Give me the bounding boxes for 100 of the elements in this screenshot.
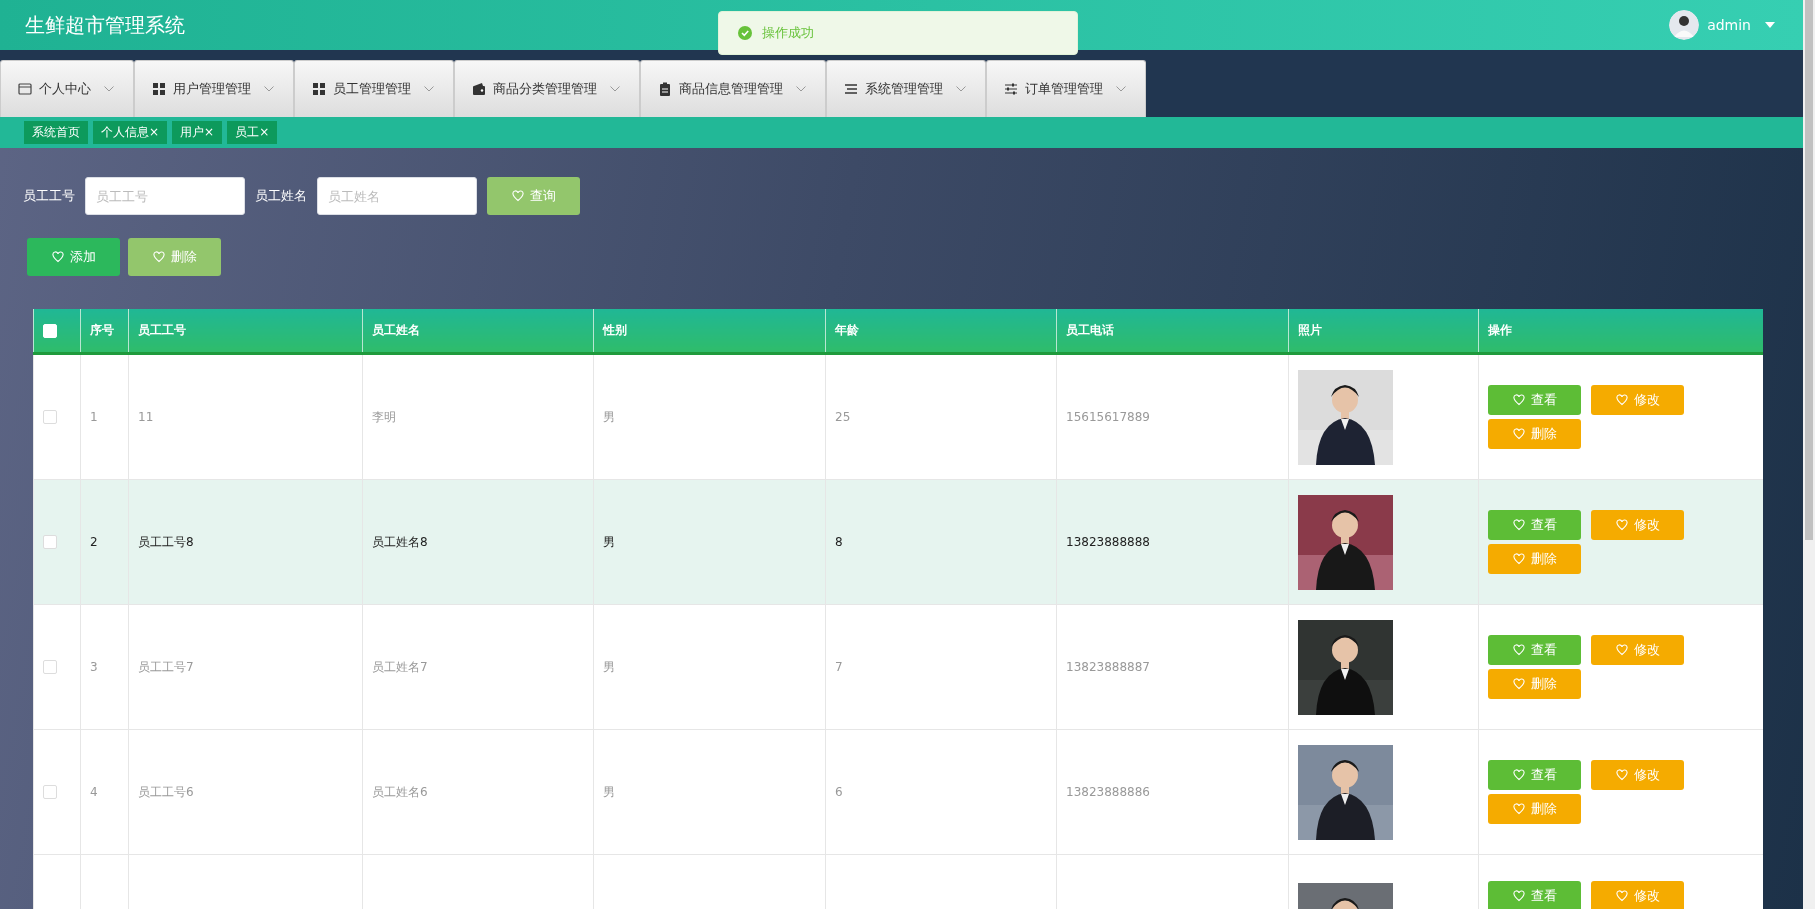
chevron-down-icon bbox=[1116, 86, 1126, 92]
heart-icon bbox=[1512, 890, 1525, 902]
tab[interactable]: 个人信息× bbox=[93, 121, 168, 144]
tab[interactable]: 员工× bbox=[227, 121, 278, 144]
field-label: 员工工号 bbox=[23, 187, 75, 205]
input-field[interactable]: 员工姓名 bbox=[317, 177, 477, 215]
view-button[interactable]: 查看 bbox=[1488, 510, 1581, 540]
table-cell: 员工姓名7 bbox=[372, 659, 428, 674]
edit-button[interactable]: 修改 bbox=[1591, 881, 1684, 909]
heart-icon bbox=[1615, 644, 1628, 656]
column-header: 操作 bbox=[1478, 309, 1763, 354]
table-cell: 2 bbox=[90, 535, 98, 549]
heart-icon bbox=[1512, 519, 1525, 531]
heart-icon bbox=[1615, 519, 1628, 531]
scrollbar[interactable] bbox=[1803, 0, 1815, 909]
chevron-down-icon bbox=[424, 86, 434, 92]
heart-icon bbox=[152, 251, 165, 263]
row-checkbox[interactable] bbox=[43, 660, 57, 675]
heart-icon bbox=[1512, 428, 1525, 440]
table-cell: 李明 bbox=[372, 409, 396, 424]
edit-button[interactable]: 修改 bbox=[1591, 635, 1684, 665]
table-cell: 25 bbox=[835, 410, 851, 424]
view-button[interactable]: 查看 bbox=[1488, 760, 1581, 790]
table-cell: 男 bbox=[603, 784, 615, 799]
view-button[interactable]: 查看 bbox=[1488, 635, 1581, 665]
table-cell: 6 bbox=[835, 785, 843, 799]
grid-icon bbox=[312, 82, 326, 96]
column-header: 员工电话 bbox=[1056, 309, 1289, 354]
chevron-down-icon bbox=[610, 86, 620, 92]
heart-icon bbox=[1512, 553, 1525, 565]
chevron-down-icon bbox=[796, 86, 806, 92]
heart-icon bbox=[1615, 769, 1628, 781]
table-cell: 13823888886 bbox=[1066, 785, 1150, 799]
edit-button[interactable]: 修改 bbox=[1591, 385, 1684, 415]
menu-item[interactable]: 系统管理管理 bbox=[826, 60, 986, 117]
heart-icon bbox=[1512, 769, 1525, 781]
delete-button[interactable]: 删除 bbox=[1488, 669, 1581, 699]
heart-icon bbox=[1615, 394, 1628, 406]
clipboard-icon bbox=[658, 82, 672, 96]
table-cell: 13823888888 bbox=[1066, 535, 1150, 549]
table-cell: 1 bbox=[90, 410, 98, 424]
row-checkbox[interactable] bbox=[43, 535, 57, 550]
heart-icon bbox=[1512, 394, 1525, 406]
delete-button[interactable]: 删除 bbox=[1488, 794, 1581, 824]
delete-button[interactable]: 删除 bbox=[1488, 544, 1581, 574]
heart-icon bbox=[511, 190, 524, 202]
edit-button[interactable]: 修改 bbox=[1591, 760, 1684, 790]
app-title: 生鲜超市管理系统 bbox=[25, 11, 185, 39]
column-header: 员工工号 bbox=[128, 309, 363, 354]
chevron-down-icon bbox=[956, 86, 966, 92]
input-field[interactable]: 员工工号 bbox=[85, 177, 245, 215]
table-cell: 11 bbox=[138, 410, 154, 424]
chevron-down-icon bbox=[264, 86, 274, 92]
menu-item[interactable]: 商品信息管理管理 bbox=[640, 60, 826, 117]
menu-item[interactable]: 用户管理管理 bbox=[134, 60, 294, 117]
heart-icon bbox=[1512, 678, 1525, 690]
column-header: 员工姓名 bbox=[362, 309, 594, 354]
row-checkbox[interactable] bbox=[43, 410, 57, 425]
menu-item[interactable]: 订单管理管理 bbox=[986, 60, 1146, 117]
menu-item[interactable]: 员工管理管理 bbox=[294, 60, 454, 117]
chevron-down-icon bbox=[104, 86, 114, 92]
table-cell: 13823888887 bbox=[1066, 660, 1150, 674]
search-button[interactable]: 查询 bbox=[487, 177, 580, 215]
sliders-icon bbox=[1004, 82, 1018, 96]
column-header: 照片 bbox=[1288, 309, 1479, 354]
select-all-checkbox[interactable] bbox=[43, 323, 57, 338]
toast-text: 操作成功 bbox=[762, 24, 814, 42]
table-cell: 员工工号8 bbox=[138, 534, 194, 549]
tab[interactable]: 系统首页 bbox=[24, 121, 88, 144]
table-cell: 3 bbox=[90, 660, 98, 674]
delete-button[interactable]: 删除 bbox=[1488, 419, 1581, 449]
card-icon bbox=[18, 82, 32, 96]
tab[interactable]: 用户× bbox=[172, 121, 223, 144]
table-cell: 4 bbox=[90, 785, 98, 799]
wallet-icon bbox=[472, 82, 486, 96]
table-cell: 员工姓名8 bbox=[372, 534, 428, 549]
add-button[interactable]: 添加 bbox=[27, 238, 120, 276]
table-cell: 员工工号6 bbox=[138, 784, 194, 799]
heart-icon bbox=[1615, 890, 1628, 902]
table-cell: 8 bbox=[835, 535, 843, 549]
view-button[interactable]: 查看 bbox=[1488, 385, 1581, 415]
row-checkbox[interactable] bbox=[43, 785, 57, 800]
column-header: 性别 bbox=[593, 309, 826, 354]
view-button[interactable]: 查看 bbox=[1488, 881, 1581, 909]
table-cell: 男 bbox=[603, 534, 615, 549]
success-icon bbox=[738, 26, 752, 40]
field-label: 员工姓名 bbox=[255, 187, 307, 205]
edit-button[interactable]: 修改 bbox=[1591, 510, 1684, 540]
heart-icon bbox=[1512, 803, 1525, 815]
heart-icon bbox=[1512, 644, 1525, 656]
table-cell: 员工工号7 bbox=[138, 659, 194, 674]
menu-item[interactable]: 个人中心 bbox=[0, 60, 134, 117]
table-cell: 员工姓名6 bbox=[372, 784, 428, 799]
user-menu[interactable]: admin bbox=[1707, 17, 1751, 33]
menu-item[interactable]: 商品分类管理管理 bbox=[454, 60, 640, 117]
delete-button[interactable]: 删除 bbox=[128, 238, 221, 276]
caret-icon bbox=[1765, 22, 1775, 28]
table-cell: 男 bbox=[603, 659, 615, 674]
heart-icon bbox=[51, 251, 64, 263]
table-cell: 7 bbox=[835, 660, 843, 674]
